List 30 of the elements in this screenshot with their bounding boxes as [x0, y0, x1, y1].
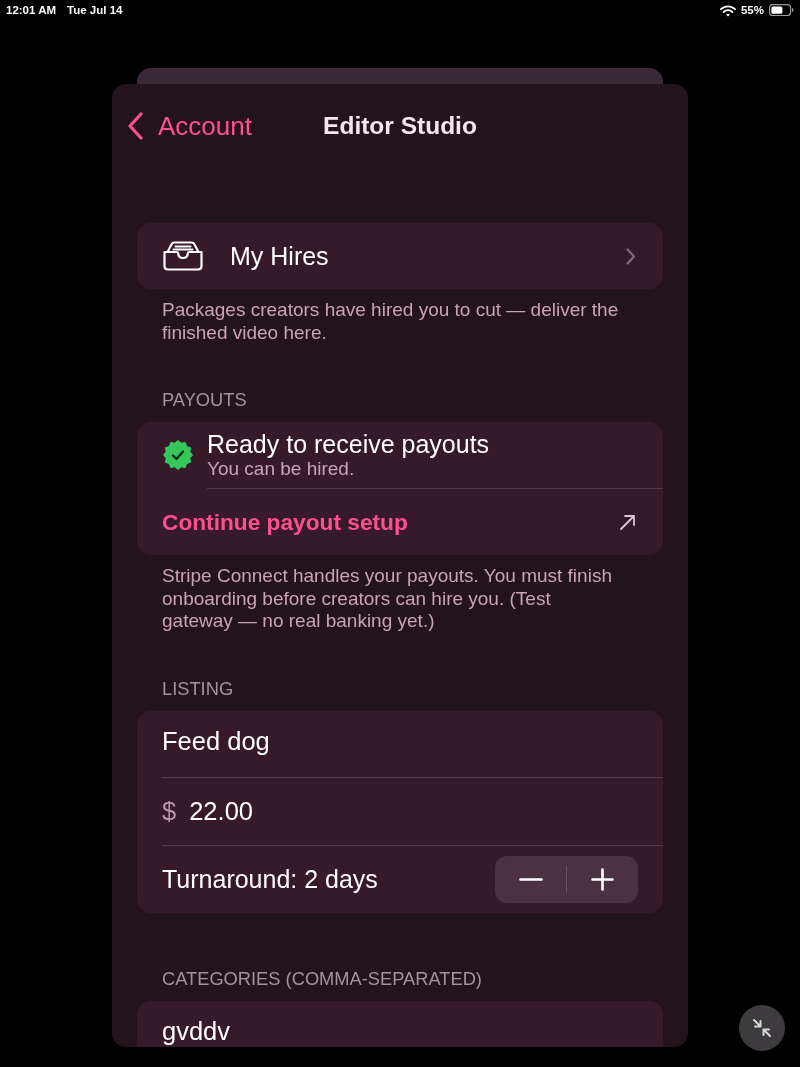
- menu-row[interactable]: My Hires: [137, 223, 663, 289]
- section-header: PAYOUTS: [161, 390, 248, 410]
- setup-link[interactable]: Continue payout setup: [137, 489, 663, 555]
- price-field[interactable]: 22.00: [189, 796, 638, 826]
- status-date: Tue Jul 14: [67, 3, 123, 17]
- section-header: CATEGORIES (COMMA-SEPARATED): [161, 968, 483, 989]
- nav-title: Editor Studio: [323, 111, 477, 141]
- wifi-icon: [719, 3, 736, 17]
- status-subtitle: You can be hired.: [207, 458, 356, 480]
- chevron-right-icon: [626, 247, 636, 265]
- plus-icon: [591, 867, 614, 891]
- text-field[interactable]: gvddv: [137, 1000, 663, 1047]
- arrow-up-right-icon: [619, 513, 636, 531]
- collapse-button[interactable]: [739, 1005, 785, 1051]
- verified-badge-icon: [163, 440, 193, 470]
- minus-icon: [518, 877, 543, 881]
- chevron-left-icon: [127, 112, 144, 140]
- status-title: Ready to receive payouts: [207, 430, 490, 458]
- battery-percent: 55%: [740, 3, 764, 17]
- status-time: 12:01 AM: [6, 3, 57, 17]
- text-field[interactable]: Feed dog: [137, 710, 663, 777]
- battery-icon: [769, 4, 794, 16]
- back-button[interactable]: Account: [127, 111, 252, 141]
- tray-icon: [163, 241, 203, 271]
- collapse-icon: [752, 1018, 772, 1038]
- turnaround-label: Turnaround: 2 days: [162, 864, 379, 894]
- currency-symbol: $: [162, 796, 177, 826]
- section-header: LISTING: [161, 678, 235, 699]
- section-footer: Stripe Connect handles your payouts. You must finish onboarding before creators can hire you. (Test gateway — no real banking yet.): [137, 565, 663, 633]
- section-footer: Packages creators have hired you to cut — deliver the finished video here.: [137, 299, 663, 344]
